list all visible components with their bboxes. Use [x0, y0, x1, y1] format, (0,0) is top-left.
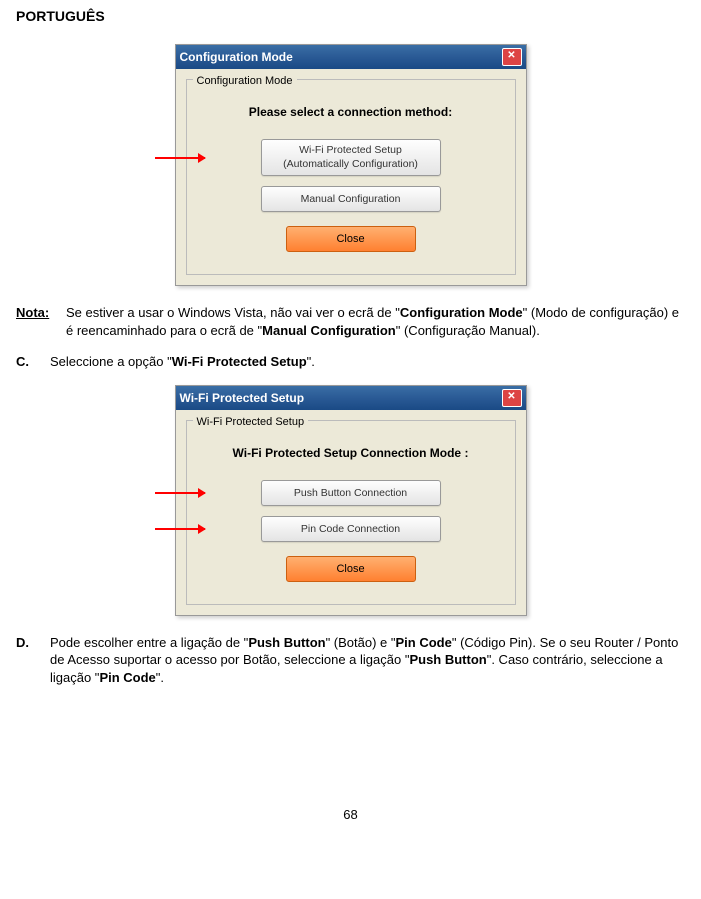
- manual-config-button[interactable]: Manual Configuration: [261, 186, 441, 212]
- step-c-label: C.: [16, 353, 50, 371]
- step-d-b4: Pin Code: [99, 670, 155, 685]
- dialog2-title: Wi-Fi Protected Setup: [180, 391, 305, 405]
- step-d-b3: Push Button: [409, 652, 486, 667]
- step-d-label: D.: [16, 634, 50, 687]
- dialog2-body: Wi-Fi Protected Setup Connection Mode : …: [187, 436, 515, 604]
- step-d-t2: " (Botão) e ": [326, 635, 396, 650]
- step-d-t5: ".: [156, 670, 164, 685]
- nota-t1: Se estiver a usar o Windows Vista, não v…: [66, 305, 400, 320]
- wps-auto-button[interactable]: Wi-Fi Protected Setup (Automatically Con…: [261, 139, 441, 176]
- dialog2-prompt: Wi-Fi Protected Setup Connection Mode :: [197, 446, 505, 460]
- dialog2-panel-title: Wi-Fi Protected Setup: [193, 416, 309, 428]
- wps-auto-line2: (Automatically Configuration): [283, 158, 418, 170]
- close-button[interactable]: Close: [286, 226, 416, 252]
- step-c-t2: ".: [307, 354, 315, 369]
- dialog2-panel: Wi-Fi Protected Setup Wi-Fi Protected Se…: [186, 420, 516, 605]
- arrow-indicator: [155, 528, 205, 530]
- step-d-paragraph: D. Pode escolher entre a ligação de "Pus…: [16, 634, 685, 687]
- close-icon[interactable]: ✕: [502, 389, 522, 407]
- nota-paragraph: Nota: Se estiver a usar o Windows Vista,…: [16, 304, 685, 339]
- step-c-text: Seleccione a opção "Wi-Fi Protected Setu…: [50, 353, 685, 371]
- dialog1-panel-title: Configuration Mode: [193, 75, 297, 87]
- dialog2-titlebar: Wi-Fi Protected Setup ✕: [176, 386, 526, 410]
- step-c-b1: Wi-Fi Protected Setup: [172, 354, 307, 369]
- wps-dialog: Wi-Fi Protected Setup ✕ Wi-Fi Protected …: [175, 385, 527, 616]
- nota-label: Nota:: [16, 304, 66, 339]
- step-c-t1: Seleccione a opção ": [50, 354, 172, 369]
- close-button[interactable]: Close: [286, 556, 416, 582]
- nota-b2: Manual Configuration: [262, 323, 396, 338]
- page-header: PORTUGUÊS: [16, 8, 685, 24]
- nota-t3: " (Configuração Manual).: [396, 323, 540, 338]
- config-mode-dialog: Configuration Mode ✕ Configuration Mode …: [175, 44, 527, 286]
- dialog1-prompt: Please select a connection method:: [197, 105, 505, 119]
- step-d-b1: Push Button: [248, 635, 325, 650]
- push-button-connection-button[interactable]: Push Button Connection: [261, 480, 441, 506]
- dialog1-panel: Configuration Mode Please select a conne…: [186, 79, 516, 275]
- step-c-paragraph: C. Seleccione a opção "Wi-Fi Protected S…: [16, 353, 685, 371]
- close-icon[interactable]: ✕: [502, 48, 522, 66]
- dialog1-title: Configuration Mode: [180, 50, 293, 64]
- step-d-t1: Pode escolher entre a ligação de ": [50, 635, 248, 650]
- nota-b1: Configuration Mode: [400, 305, 523, 320]
- arrow-indicator: [155, 157, 205, 159]
- dialog1-body: Please select a connection method: Wi-Fi…: [187, 95, 515, 274]
- step-d-text: Pode escolher entre a ligação de "Push B…: [50, 634, 685, 687]
- page-number: 68: [16, 807, 685, 822]
- step-d-b2: Pin Code: [396, 635, 452, 650]
- wps-auto-line1: Wi-Fi Protected Setup: [299, 144, 402, 156]
- dialog1-titlebar: Configuration Mode ✕: [176, 45, 526, 69]
- arrow-indicator: [155, 492, 205, 494]
- nota-text: Se estiver a usar o Windows Vista, não v…: [66, 304, 685, 339]
- pin-code-connection-button[interactable]: Pin Code Connection: [261, 516, 441, 542]
